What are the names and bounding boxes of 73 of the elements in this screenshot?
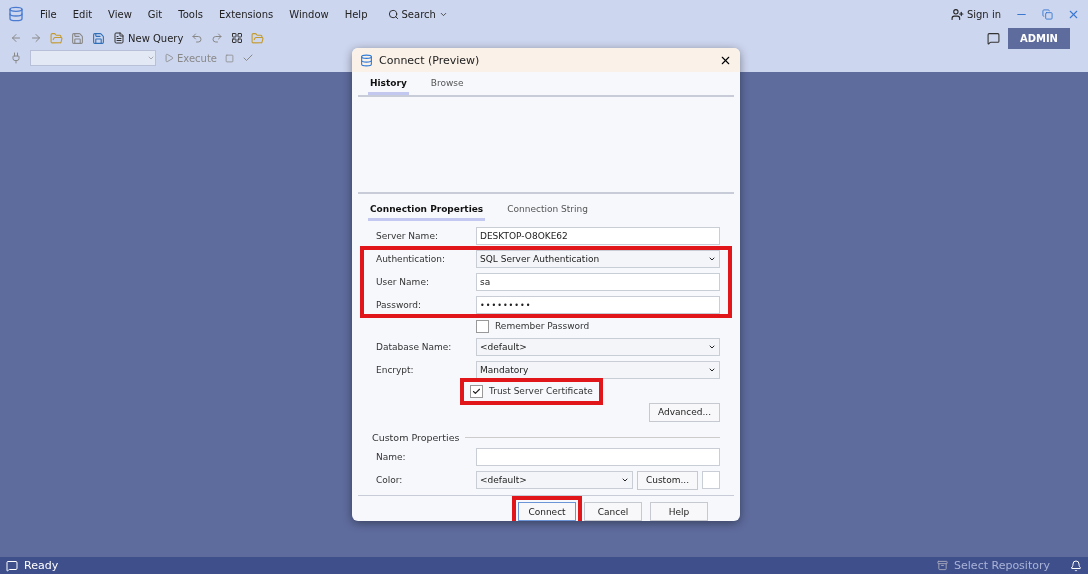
menu-item[interactable]: Tools [172,6,209,22]
dropdown[interactable]: SQL Server Authentication [476,250,720,268]
document-icon [113,32,125,44]
input-field[interactable]: DESKTOP-O8OKE62 [476,227,720,245]
menu-item[interactable]: View [102,6,138,22]
checkbox[interactable]: Remember Password [476,319,590,333]
input-field[interactable]: ••••••••• [476,296,720,314]
message-icon [6,559,18,572]
undo-icon[interactable] [191,32,204,44]
menu-item[interactable]: Window [283,6,335,22]
color-swatch[interactable] [702,471,720,489]
menu-item[interactable]: Git [141,6,169,22]
new-query-button[interactable]: New Query [113,32,184,44]
field-label: User Name: [376,277,430,287]
advanced-button[interactable]: Advanced... [648,402,720,422]
caret-icon [708,366,716,374]
redo-icon[interactable] [211,32,224,44]
menu-item[interactable]: Help [338,6,374,22]
check-icon[interactable] [242,52,254,64]
field-label: Password: [376,300,423,310]
dropdown[interactable]: <default> [476,338,720,356]
dialog-button[interactable]: Cancel [584,502,642,521]
save-icon[interactable] [71,31,84,45]
dialog-button[interactable]: Help [650,502,708,521]
caret-icon [708,255,716,263]
input-field[interactable]: sa [476,273,720,291]
menu-item[interactable]: Edit [66,6,99,22]
field-label: Server Name: [376,231,439,241]
status-text: Ready [24,559,59,572]
bell-icon[interactable] [1070,559,1082,572]
dropdown[interactable]: Mandatory [476,361,720,379]
input-field[interactable] [476,448,720,466]
stop-icon[interactable] [225,53,234,63]
browse-icon[interactable] [251,31,265,45]
group-title: Custom Properties [372,432,460,443]
feedback-icon[interactable] [986,31,1000,45]
checkmark-icon [472,386,481,396]
dropdown[interactable]: <default> [476,471,633,489]
caret-icon [708,343,716,351]
search-button[interactable]: Search [387,8,448,20]
app-logo-icon [8,6,24,22]
caret-icon [147,54,155,62]
plug-icon[interactable] [10,52,22,64]
field-label: Encrypt: [376,365,415,375]
select-repository-button[interactable]: Select Repository [954,559,1050,572]
database-combo[interactable] [30,50,156,66]
repository-icon[interactable] [937,560,949,571]
person-icon [950,7,964,21]
field-label: Name: [376,452,407,462]
tab[interactable]: Browse [428,76,466,95]
grid-icon[interactable] [231,32,244,44]
folder-icon[interactable] [50,31,63,45]
checkbox[interactable]: Trust Server Certificate [470,384,593,398]
field-label: Authentication: [376,254,447,264]
menu-item[interactable]: File [34,6,63,22]
save-all-icon[interactable] [92,31,105,45]
dialog-logo-icon [360,53,373,67]
dialog-button[interactable]: Connect [518,502,576,521]
back-icon[interactable] [10,32,22,44]
forward-icon[interactable] [30,32,42,44]
tab[interactable]: Connection String [505,202,590,221]
custom-button[interactable]: Custom... [636,470,698,490]
caret-icon [620,476,629,484]
play-icon [164,53,174,63]
restore-icon[interactable] [1042,8,1053,20]
sign-in-button[interactable]: Sign in [950,7,1001,21]
search-icon [387,8,399,20]
field-label: Database Name: [376,342,453,352]
tab[interactable]: Connection Properties [368,202,486,221]
dialog-title: Connect (Preview) [379,53,480,67]
admin-badge[interactable]: ADMIN [1007,27,1070,49]
field-label: Color: [376,475,404,485]
menu-item[interactable]: Extensions [212,6,280,22]
